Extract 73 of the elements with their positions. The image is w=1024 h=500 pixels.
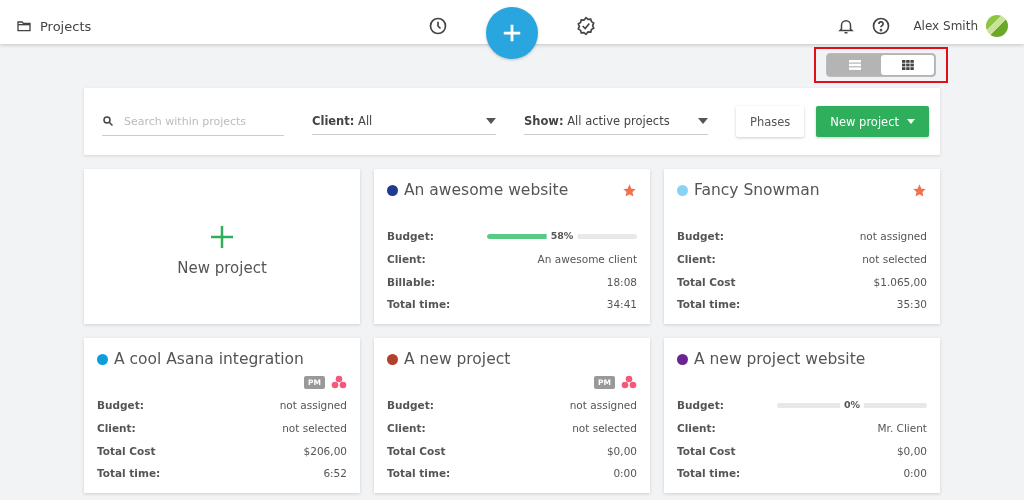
field-value: $0,00: [606, 444, 637, 457]
client-select[interactable]: Client: All: [312, 108, 496, 135]
grid-view-button[interactable]: [881, 55, 934, 75]
three-dots-icon: [621, 375, 637, 389]
field-value: $1.065,00: [873, 275, 927, 288]
field-label: Billable:: [387, 275, 436, 288]
user-name[interactable]: Alex Smith: [913, 19, 978, 33]
field-value: An awesome client: [537, 253, 637, 266]
caret-icon: [698, 118, 708, 124]
list-icon: [848, 60, 861, 70]
field-value: Mr. Client: [877, 422, 927, 435]
field-value: not assigned: [279, 399, 347, 412]
field-label: Budget:: [677, 230, 724, 243]
grid-icon: [901, 60, 914, 70]
project-name: An awesome website: [404, 181, 570, 199]
phases-button[interactable]: Phases: [736, 106, 805, 137]
field-label: Total time:: [677, 298, 741, 311]
field-label: Total Cost: [677, 275, 736, 288]
star-icon[interactable]: [622, 182, 637, 198]
field-value: not selected: [282, 422, 347, 435]
field-value: not selected: [862, 253, 927, 266]
field-value: $206,00: [303, 444, 347, 457]
field-label: Budget:: [677, 399, 724, 412]
search-icon: [102, 115, 114, 127]
field-label: Total time:: [387, 298, 451, 311]
caret-icon: [486, 118, 496, 124]
field-label: Client:: [677, 253, 716, 266]
project-card[interactable]: Fancy Snowman Budget: not assigned Client: not selected Total Cost $1.065,00 Total time: 35:30: [664, 169, 940, 324]
field-label: Budget:: [97, 399, 144, 412]
project-card[interactable]: An awesome website Budget: 58% Client: An awesome client Billable: 18:08 Total time: 34:41: [374, 169, 650, 324]
field-label: Total Cost: [97, 444, 156, 457]
plus-icon: [210, 225, 234, 249]
search-field[interactable]: Search within projects: [102, 107, 284, 136]
field-value: 0:00: [903, 467, 927, 480]
field-value: not selected: [572, 422, 637, 435]
field-label: Client:: [97, 422, 136, 435]
field-value: $0,00: [896, 444, 927, 457]
bell-icon: [837, 17, 856, 35]
field-label: Total time:: [387, 467, 451, 480]
field-label: Client:: [677, 422, 716, 435]
add-button[interactable]: [486, 7, 538, 59]
field-value: 34:41: [606, 298, 637, 311]
help-icon: [871, 16, 892, 36]
project-name: A cool Asana integration: [114, 350, 305, 368]
field-value: 35:30: [896, 298, 927, 311]
field-label: Total time:: [97, 467, 161, 480]
field-value: not assigned: [859, 230, 927, 243]
clock-icon: [428, 16, 448, 36]
field-value: 18:08: [606, 275, 637, 288]
badge-check-icon: [576, 16, 596, 36]
field-value: not assigned: [569, 399, 637, 412]
field-label: Total time:: [677, 467, 741, 480]
three-dots-icon: [331, 375, 347, 389]
project-name: A new project website: [694, 350, 867, 368]
folder-icon: [16, 18, 32, 34]
project-name: A new project: [404, 350, 512, 368]
caret-icon: [907, 119, 915, 124]
new-project-card[interactable]: New project: [84, 169, 360, 324]
field-value: 0:00: [613, 467, 637, 480]
field-label: Budget:: [387, 230, 434, 243]
field-label: Client:: [387, 422, 426, 435]
project-card[interactable]: A new project website Budget: 0% Client: Mr. Client Total Cost $0,00 Total time: 0:00: [664, 338, 940, 493]
field-label: Total Cost: [387, 444, 446, 457]
field-label: Budget:: [387, 399, 434, 412]
field-label: Total Cost: [677, 444, 736, 457]
field-label: Client:: [387, 253, 426, 266]
project-name: Fancy Snowman: [694, 181, 821, 199]
page-title: Projects: [40, 18, 92, 34]
star-icon[interactable]: [912, 182, 927, 198]
field-value: 6:52: [323, 467, 347, 480]
avatar[interactable]: [986, 15, 1008, 37]
plus-icon: [501, 22, 523, 44]
show-select[interactable]: Show: All active projects: [524, 108, 708, 135]
